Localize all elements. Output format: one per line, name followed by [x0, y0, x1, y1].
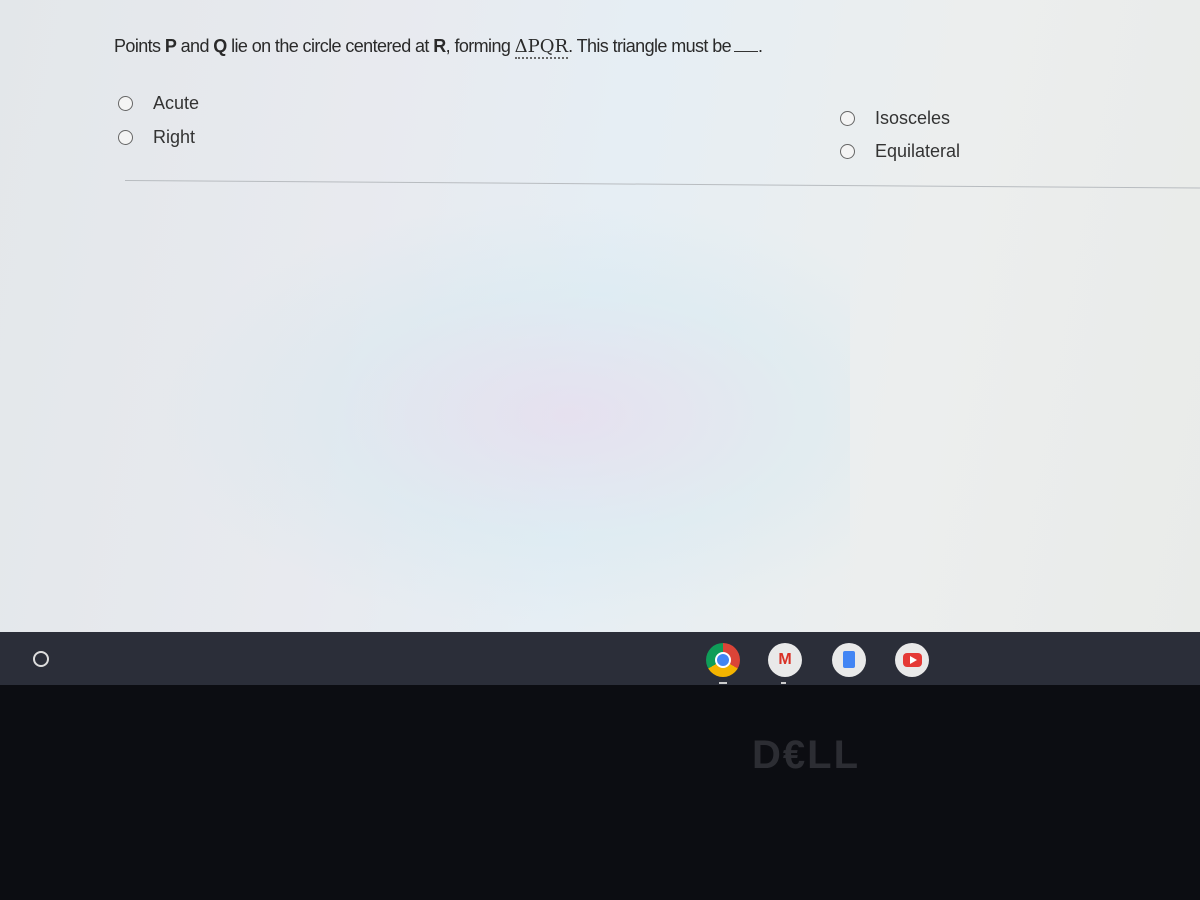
question-part: lie on the circle centered at: [226, 36, 434, 56]
option-label: Equilateral: [875, 141, 961, 161]
point-q: Q: [213, 36, 227, 56]
triangle-term-link[interactable]: ΔPQR: [514, 36, 569, 59]
gmail-icon[interactable]: M: [768, 643, 802, 677]
option-label: Right: [153, 127, 196, 147]
option-isosceles[interactable]: Isosceles: [840, 108, 950, 129]
radio-button[interactable]: [118, 96, 133, 111]
question-part: . This triangle must be: [568, 36, 732, 56]
shelf: [0, 632, 1200, 685]
running-indicator: [781, 682, 786, 684]
option-acute[interactable]: Acute: [118, 93, 199, 114]
question-part: and: [176, 36, 214, 56]
answer-blank: [734, 51, 759, 52]
question-text: Points P and Q lie on the circle centere…: [114, 36, 763, 59]
option-right[interactable]: Right: [118, 127, 195, 148]
option-equilateral[interactable]: Equilateral: [840, 141, 960, 162]
moire-glare: [150, 200, 850, 630]
question-part: .: [758, 36, 763, 56]
divider: [124, 180, 1200, 189]
option-label: Acute: [153, 93, 200, 113]
point-p: P: [164, 36, 177, 56]
docs-icon[interactable]: [832, 643, 866, 677]
youtube-icon[interactable]: [895, 643, 929, 677]
launcher-icon[interactable]: [33, 651, 49, 667]
question-part: , forming: [445, 36, 515, 56]
radio-button[interactable]: [118, 130, 133, 145]
running-indicator: [719, 682, 727, 684]
point-r: R: [433, 36, 446, 56]
screen: Points P and Q lie on the circle centere…: [0, 0, 1200, 632]
chrome-icon[interactable]: [706, 643, 740, 677]
question-part: Points: [114, 36, 165, 56]
radio-button[interactable]: [840, 111, 855, 126]
option-label: Isosceles: [875, 108, 951, 128]
radio-button[interactable]: [840, 144, 855, 159]
dell-logo: D€LL: [752, 733, 860, 777]
